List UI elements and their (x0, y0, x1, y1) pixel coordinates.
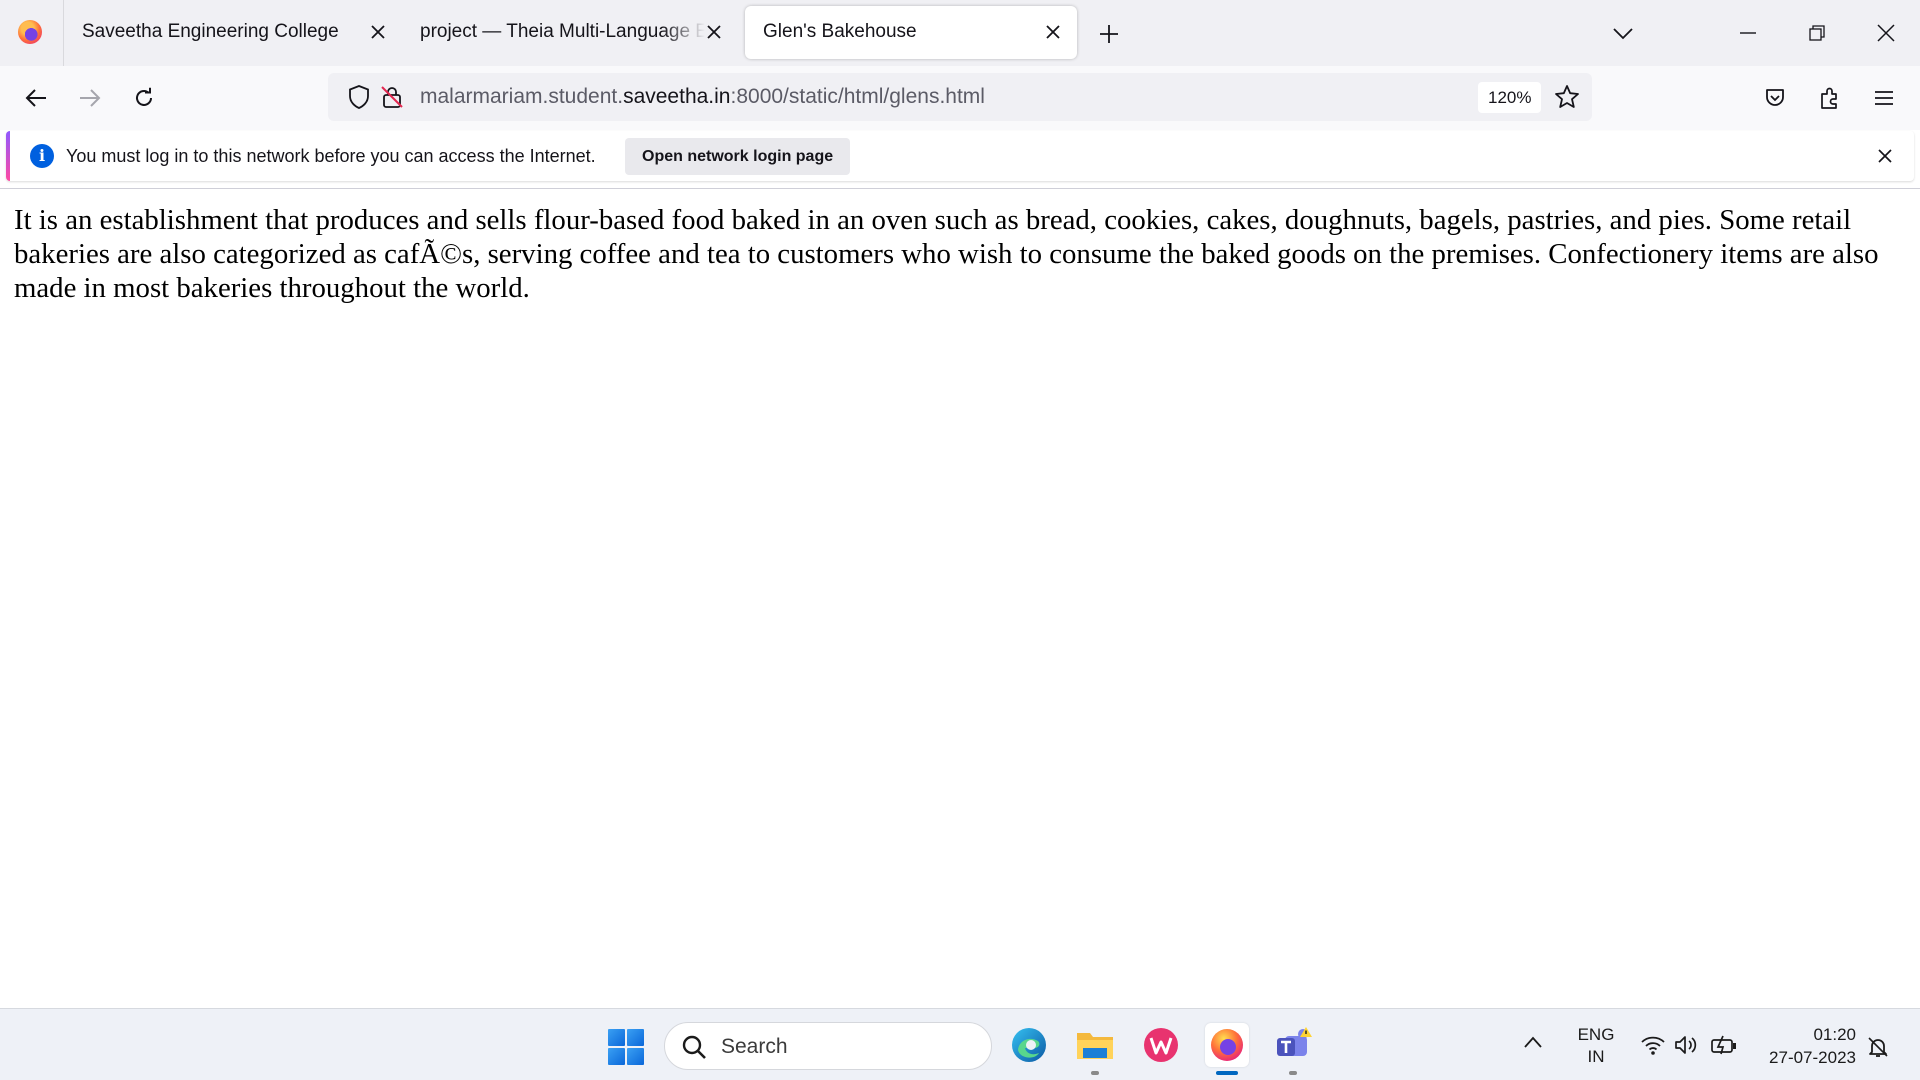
wifi-icon[interactable] (1640, 1034, 1666, 1061)
region-code: IN (1587, 1047, 1605, 1066)
active-app-indicator (1216, 1071, 1238, 1075)
teams-icon[interactable] (1271, 1023, 1315, 1067)
info-icon: i (30, 144, 54, 168)
tracking-protection-shield-icon[interactable] (348, 85, 370, 114)
navigation-toolbar: malarmariam.student.saveetha.in:8000/sta… (0, 66, 1920, 130)
pocket-icon[interactable] (1757, 80, 1793, 116)
bookmark-star-icon[interactable] (1554, 84, 1580, 115)
open-login-page-button[interactable]: Open network login page (625, 138, 851, 175)
url-text[interactable]: malarmariam.student.saveetha.in:8000/sta… (420, 85, 985, 109)
tab-theia-project[interactable]: project — Theia Multi-Language Example (402, 6, 742, 59)
input-language-indicator[interactable]: ENG IN (1576, 1024, 1616, 1068)
address-bar[interactable]: malarmariam.student.saveetha.in:8000/sta… (328, 73, 1592, 121)
tab-strip: Saveetha Engineering College project — T… (0, 0, 1920, 66)
clock-time: 01:20 (1813, 1025, 1856, 1044)
show-hidden-icons-chevron-icon[interactable] (1524, 1035, 1542, 1053)
running-app-indicator (1289, 1071, 1297, 1075)
taskbar-search-box[interactable]: Search (664, 1022, 992, 1070)
zoom-level-badge[interactable]: 120% (1478, 82, 1542, 113)
wps-office-icon[interactable] (1139, 1023, 1183, 1067)
page-paragraph: It is an establishment that produces and… (14, 204, 1879, 304)
reload-icon[interactable] (126, 80, 162, 116)
new-tab-plus-icon[interactable] (1094, 19, 1124, 49)
close-tab-icon[interactable] (364, 18, 392, 46)
forward-arrow-icon[interactable] (72, 80, 108, 116)
toolbar-bottom-border (0, 188, 1920, 189)
firefox-view-icon[interactable] (18, 20, 42, 44)
notification-message: You must log in to this network before y… (66, 146, 596, 166)
windows-start-icon[interactable] (608, 1029, 644, 1065)
extensions-puzzle-icon[interactable] (1812, 80, 1848, 116)
app-menu-hamburger-icon[interactable] (1866, 80, 1902, 116)
firefox-taskbar-icon[interactable] (1205, 1023, 1249, 1067)
close-notification-icon[interactable] (1872, 143, 1898, 169)
windows-taskbar: Search ENG IN 01:20 27-07-2023 (0, 1008, 1920, 1080)
url-host: saveetha.in (623, 85, 731, 108)
running-app-indicator (1091, 1071, 1099, 1075)
minimize-window-icon[interactable] (1731, 16, 1765, 50)
clock-date: 27-07-2023 (1769, 1048, 1856, 1067)
list-all-tabs-chevron-icon[interactable] (1608, 19, 1638, 49)
tab-label: Glen's Bakehouse (763, 21, 917, 42)
search-icon (681, 1034, 707, 1065)
captive-portal-notification: i You must log in to this network before… (6, 131, 1914, 181)
search-placeholder: Search (721, 1035, 788, 1058)
tab-label: project — Theia Multi-Language Example (420, 21, 705, 42)
insecure-lock-icon[interactable] (380, 85, 404, 114)
tab-label: Saveetha Engineering College (82, 21, 339, 42)
volume-icon[interactable] (1674, 1034, 1700, 1061)
battery-charging-icon[interactable] (1710, 1034, 1738, 1061)
close-tab-icon[interactable] (700, 18, 728, 46)
system-clock[interactable]: 01:20 27-07-2023 (1756, 1023, 1856, 1069)
language-code: ENG (1577, 1025, 1615, 1044)
notification-accent-strip (6, 131, 10, 181)
url-prefix: malarmariam.student. (420, 85, 624, 108)
url-suffix: :8000/static/html/glens.html (730, 85, 985, 108)
back-arrow-icon[interactable] (18, 80, 54, 116)
edge-icon[interactable] (1007, 1023, 1051, 1067)
restore-window-icon[interactable] (1800, 16, 1834, 50)
file-explorer-icon[interactable] (1073, 1023, 1117, 1067)
tab-glens-bakehouse[interactable]: Glen's Bakehouse (745, 6, 1077, 59)
close-window-icon[interactable] (1869, 16, 1903, 50)
notification-bell-icon[interactable] (1866, 1035, 1890, 1064)
tab-saveetha[interactable]: Saveetha Engineering College (64, 6, 404, 59)
close-tab-icon[interactable] (1039, 18, 1067, 46)
